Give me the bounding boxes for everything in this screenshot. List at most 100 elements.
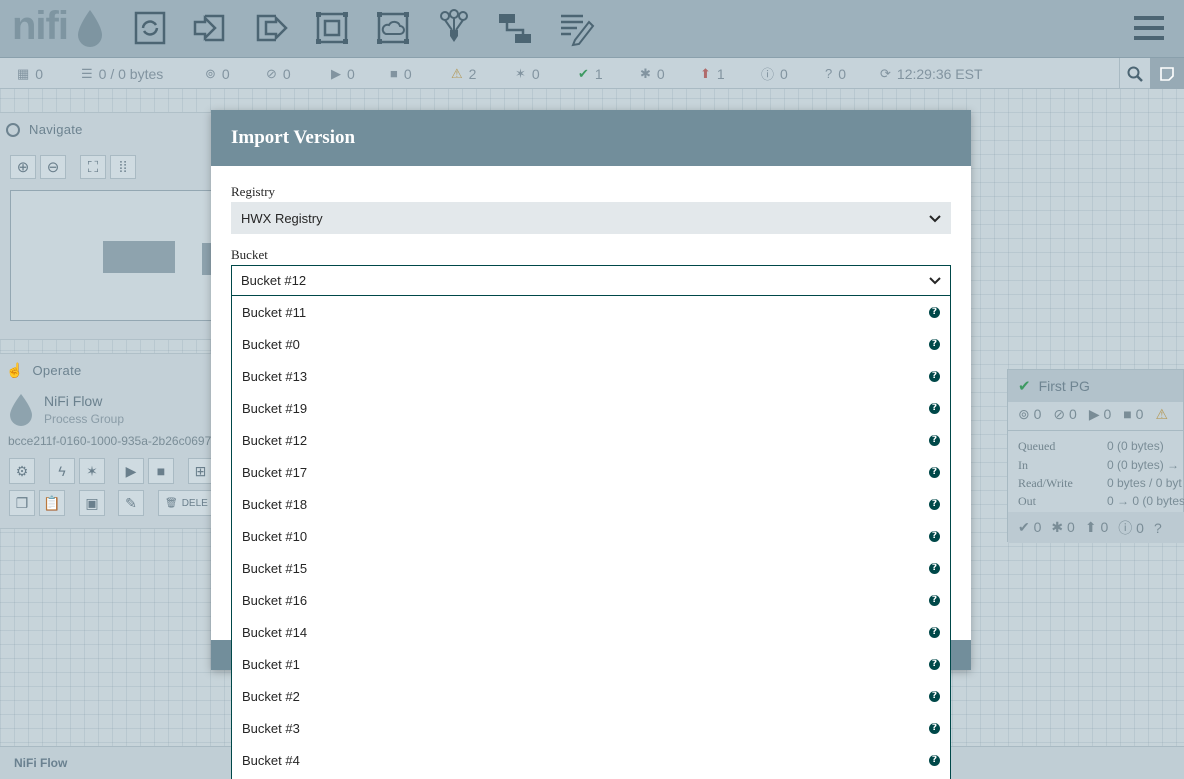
- refresh-status[interactable]: ⟳ 12:29:36 EST: [880, 58, 983, 89]
- invalid-status: ⚠ 2: [451, 65, 477, 82]
- process-group-version-counts: ✔ 0 ✱ 0 ⬆ 0 ⓘ 0 ?: [1008, 512, 1184, 543]
- trash-icon: 🗑: [165, 497, 178, 509]
- help-question-icon[interactable]: ?: [929, 338, 940, 350]
- queued-value: 0 (0 bytes): [1107, 439, 1164, 453]
- bucket-option[interactable]: Bucket #18?: [232, 488, 950, 520]
- birdseye-component: [103, 241, 175, 273]
- in-value: 0 (0 bytes) →: [1107, 458, 1180, 472]
- check-icon: ✔: [1018, 378, 1031, 395]
- read-write-label: Read/Write: [1018, 476, 1073, 490]
- zoom-in-icon[interactable]: ⊕: [10, 155, 36, 179]
- out-label: Out: [1018, 494, 1036, 508]
- flow-drop-icon: [8, 392, 34, 431]
- bucket-option[interactable]: Bucket #17?: [232, 456, 950, 488]
- help-question-icon[interactable]: ?: [929, 626, 940, 638]
- help-question-icon[interactable]: ?: [929, 594, 940, 606]
- help-question-icon[interactable]: ?: [929, 530, 940, 542]
- transmitting-status: ⊚ 0: [205, 65, 230, 82]
- help-question-icon[interactable]: ?: [929, 306, 940, 318]
- check-icon: ✔: [578, 65, 589, 81]
- actual-size-icon[interactable]: ⁞⁞: [110, 155, 136, 179]
- breadcrumb-root[interactable]: NiFi Flow: [14, 756, 67, 770]
- help-question-icon[interactable]: ?: [929, 498, 940, 510]
- help-question-icon[interactable]: ?: [929, 722, 940, 734]
- operate-component-name: NiFi Flow: [44, 393, 103, 409]
- bucket-option[interactable]: Bucket #2?: [232, 680, 950, 712]
- running-count: ▶ 0: [1088, 406, 1112, 422]
- birdseye-view[interactable]: [10, 190, 214, 321]
- bucket-option[interactable]: Bucket #3?: [232, 712, 950, 744]
- delete-button[interactable]: 🗑 DELE: [158, 490, 212, 516]
- flow-status-bar: ▦ 0 ☰ 0 / 0 bytes ⊚ 0 ⊘ 0 ▶ 0 ■ 0 ⚠ 2 ✶ 0 ✔ 1 ✱ 0 …: [0, 58, 1184, 89]
- fit-screen-icon[interactable]: ⛶: [80, 155, 106, 179]
- start-play-icon[interactable]: ▶: [118, 458, 144, 484]
- stop-icon: ■: [390, 66, 398, 81]
- color-brush-icon[interactable]: ✎: [118, 490, 144, 516]
- group-icon[interactable]: ▣: [79, 490, 105, 516]
- transmitting-count: ⊚ 0: [1018, 406, 1042, 422]
- bucket-option[interactable]: Bucket #19?: [232, 392, 950, 424]
- not-transmitting-status: ⊘ 0: [266, 65, 291, 82]
- sync-failure-status: ? 0: [825, 65, 847, 82]
- create-template-icon[interactable]: ⊞: [188, 458, 212, 484]
- stale-status: ⬆ 1: [700, 65, 725, 82]
- compass-icon[interactable]: [6, 122, 20, 137]
- process-group-icon[interactable]: [313, 8, 351, 48]
- configure-gear-icon[interactable]: ⚙: [9, 458, 35, 484]
- help-question-icon[interactable]: ?: [929, 658, 940, 670]
- bulletin-board-icon[interactable]: [1150, 58, 1184, 89]
- help-question-icon[interactable]: ?: [929, 690, 940, 702]
- bucket-option[interactable]: Bucket #1?: [232, 648, 950, 680]
- play-icon: ▶: [331, 65, 341, 81]
- disable-icon[interactable]: ✶: [79, 458, 105, 484]
- dialog-title: Import Version: [231, 127, 356, 148]
- pointer-icon: ☝: [6, 362, 24, 378]
- remote-process-group-icon[interactable]: [374, 8, 412, 48]
- input-port-icon[interactable]: [191, 8, 229, 48]
- up-to-date-status: ✔ 1: [578, 65, 603, 82]
- queue-icon: ☰: [81, 65, 93, 81]
- help-question-icon[interactable]: ?: [929, 434, 940, 446]
- global-menu-icon[interactable]: [1134, 14, 1164, 42]
- bucket-option[interactable]: Bucket #16?: [232, 584, 950, 616]
- copy-icon[interactable]: ❐: [9, 490, 35, 516]
- stop-square-icon[interactable]: ■: [148, 458, 174, 484]
- bucket-dropdown-list: Bucket #11? Bucket #0? Bucket #13? Bucke…: [231, 296, 951, 779]
- label-icon[interactable]: [557, 8, 595, 48]
- help-question-icon[interactable]: ?: [929, 754, 940, 766]
- search-icon[interactable]: [1119, 58, 1149, 89]
- process-group-header: ✔ First PG: [1008, 370, 1183, 402]
- bucket-option[interactable]: Bucket #14?: [232, 616, 950, 648]
- output-port-icon[interactable]: [252, 8, 290, 48]
- bucket-option[interactable]: Bucket #10?: [232, 520, 950, 552]
- locally-modified-status: ✱ 0: [640, 65, 665, 82]
- registry-select[interactable]: HWX Registry: [231, 202, 951, 234]
- transmitting-icon: ⊚: [205, 65, 216, 81]
- zoom-out-icon[interactable]: ⊖: [40, 155, 66, 179]
- bucket-option[interactable]: Bucket #15?: [232, 552, 950, 584]
- bucket-option[interactable]: Bucket #4?: [232, 744, 950, 776]
- funnel-icon[interactable]: [435, 8, 473, 48]
- help-question-icon[interactable]: ?: [929, 562, 940, 574]
- enable-bolt-icon[interactable]: ϟ: [49, 458, 75, 484]
- bucket-option[interactable]: Bucket #0?: [232, 328, 950, 360]
- stale-count: ⬆ 0: [1084, 519, 1109, 535]
- not-transmitting-icon: ⊘: [266, 65, 277, 81]
- bucket-option[interactable]: Bucket #13?: [232, 360, 950, 392]
- refresh-icon[interactable]: ⟳: [880, 66, 891, 82]
- help-question-icon[interactable]: ?: [929, 370, 940, 382]
- paste-icon[interactable]: 📋: [39, 490, 65, 516]
- help-question-icon[interactable]: ?: [929, 466, 940, 478]
- operate-component-id: bcce211f-0160-1000-935a-2b26c0697: [8, 434, 212, 448]
- process-group-card[interactable]: ✔ First PG ⊚ 0 ⊘ 0 ▶ 0 ■ 0 ⚠ Queued 0 (0…: [1007, 369, 1184, 543]
- bucket-select[interactable]: Bucket #12: [231, 265, 951, 296]
- up-to-date-count: ✔ 0: [1018, 519, 1042, 535]
- bucket-option[interactable]: Bucket #11?: [232, 296, 950, 328]
- dialog-header: Import Version: [211, 110, 971, 166]
- help-question-icon[interactable]: ?: [929, 402, 940, 414]
- bucket-option[interactable]: Bucket #12?: [232, 424, 950, 456]
- template-icon[interactable]: [496, 8, 534, 48]
- queued-status: ☰ 0 / 0 bytes: [81, 65, 164, 82]
- locally-modified-stale-status: ⓘ 0: [761, 65, 788, 83]
- processor-icon[interactable]: [131, 8, 169, 48]
